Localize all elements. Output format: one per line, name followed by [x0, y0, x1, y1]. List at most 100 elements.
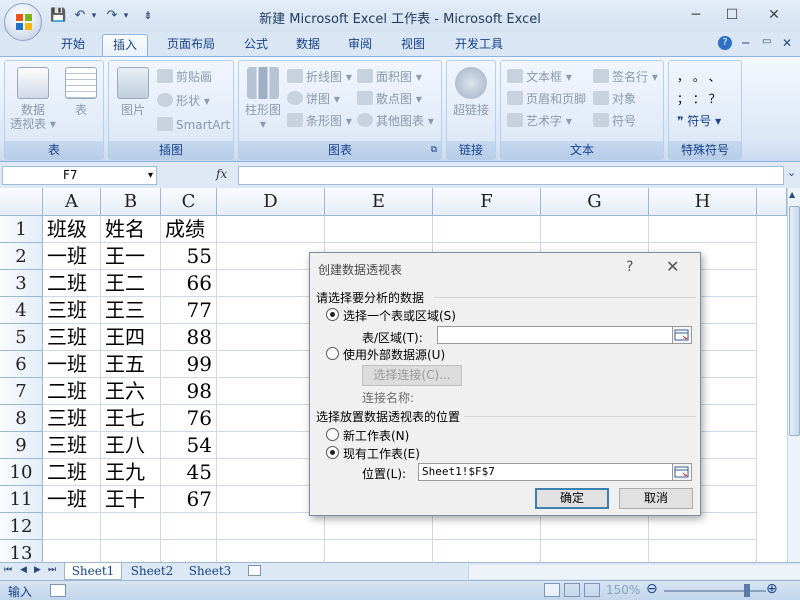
- cell-g12[interactable]: [541, 513, 649, 540]
- cell-b3[interactable]: 王二: [101, 270, 161, 297]
- cell-a9[interactable]: 三班: [43, 432, 101, 459]
- formula-input[interactable]: [238, 166, 784, 185]
- wordart-button[interactable]: 艺术字 ▾: [507, 111, 572, 131]
- page-break-view-icon[interactable]: [584, 583, 600, 597]
- radio-select-range[interactable]: [326, 308, 339, 321]
- cell-b11[interactable]: 王十: [101, 486, 161, 513]
- insert-sheet-button[interactable]: [240, 563, 268, 580]
- row-header-6[interactable]: 6: [0, 351, 43, 378]
- name-box-dropdown-icon[interactable]: ▾: [148, 167, 153, 184]
- cell-e1[interactable]: [325, 216, 433, 243]
- column-header-e[interactable]: E: [325, 188, 433, 216]
- macro-record-icon[interactable]: [50, 584, 66, 597]
- cell-f13[interactable]: [433, 540, 541, 562]
- cell-b5[interactable]: 王四: [101, 324, 161, 351]
- cell-a3[interactable]: 二班: [43, 270, 101, 297]
- cell-c7[interactable]: 98: [161, 378, 217, 405]
- column-header-g[interactable]: G: [541, 188, 649, 216]
- row-header-10[interactable]: 10: [0, 459, 43, 486]
- row-header-2[interactable]: 2: [0, 243, 43, 270]
- zoom-slider-thumb[interactable]: [744, 584, 750, 597]
- cell-a7[interactable]: 二班: [43, 378, 101, 405]
- cell-c9[interactable]: 54: [161, 432, 217, 459]
- cell-a13[interactable]: [43, 540, 101, 562]
- row-header-11[interactable]: 11: [0, 486, 43, 513]
- cell-f1[interactable]: [433, 216, 541, 243]
- minimize-button[interactable]: ─: [678, 4, 714, 26]
- prev-sheet-icon[interactable]: ◀: [20, 565, 27, 575]
- name-box[interactable]: F7 ▾: [2, 166, 157, 185]
- zoom-out-icon[interactable]: ⊖: [646, 581, 658, 597]
- column-header-c[interactable]: C: [161, 188, 217, 216]
- sheet-tab-sheet3[interactable]: Sheet3: [182, 563, 238, 580]
- tab-formulas[interactable]: 公式: [234, 34, 278, 56]
- radio-existing-worksheet[interactable]: [326, 446, 339, 459]
- office-button[interactable]: [4, 3, 42, 41]
- cell-b7[interactable]: 王六: [101, 378, 161, 405]
- row-header-13[interactable]: 13: [0, 540, 43, 562]
- horizontal-scrollbar[interactable]: [468, 565, 800, 579]
- zoom-in-icon[interactable]: ⊕: [766, 581, 778, 597]
- cell-b10[interactable]: 王九: [101, 459, 161, 486]
- cell-c2[interactable]: 55: [161, 243, 217, 270]
- symbols-row-1[interactable]: ， 。 、: [677, 67, 721, 87]
- object-button[interactable]: 对象: [593, 89, 636, 109]
- row-header-8[interactable]: 8: [0, 405, 43, 432]
- vertical-scrollbar[interactable]: ▲: [787, 188, 800, 562]
- charts-dialog-launcher-icon[interactable]: ⧉: [431, 141, 437, 159]
- cell-c13[interactable]: [161, 540, 217, 562]
- cell-d12[interactable]: [217, 513, 325, 540]
- dialog-help-icon[interactable]: ?: [626, 259, 633, 275]
- cell-c6[interactable]: 99: [161, 351, 217, 378]
- scatter-chart-button[interactable]: 散点图 ▾: [357, 89, 422, 109]
- row-header-4[interactable]: 4: [0, 297, 43, 324]
- range-picker-button[interactable]: [672, 326, 692, 344]
- cell-b12[interactable]: [101, 513, 161, 540]
- column-header-a[interactable]: A: [43, 188, 101, 216]
- sheet-tab-sheet1[interactable]: Sheet1: [64, 563, 122, 580]
- bar-chart-button[interactable]: 条形图 ▾: [287, 111, 352, 131]
- cell-a8[interactable]: 三班: [43, 405, 101, 432]
- hyperlink-button[interactable]: 超链接: [449, 65, 493, 117]
- location-input[interactable]: Sheet1!$F$7: [418, 463, 673, 481]
- cell-e12[interactable]: [325, 513, 433, 540]
- cell-b4[interactable]: 王三: [101, 297, 161, 324]
- cell-c11[interactable]: 67: [161, 486, 217, 513]
- formula-expand-icon[interactable]: ⌄: [787, 166, 796, 179]
- column-header-h[interactable]: H: [649, 188, 757, 216]
- cell-d1[interactable]: [217, 216, 325, 243]
- choose-connection-button[interactable]: 选择连接(C)...: [362, 365, 462, 386]
- select-all-corner[interactable]: [0, 188, 43, 216]
- cell-b6[interactable]: 王五: [101, 351, 161, 378]
- cell-f12[interactable]: [433, 513, 541, 540]
- ok-button[interactable]: 确定: [535, 488, 609, 509]
- row-header-7[interactable]: 7: [0, 378, 43, 405]
- cell-a10[interactable]: 二班: [43, 459, 101, 486]
- symbol-button[interactable]: ❞ 符号 ▾: [677, 111, 721, 131]
- normal-view-icon[interactable]: [544, 583, 560, 597]
- location-picker-button[interactable]: [672, 463, 692, 481]
- table-button[interactable]: 表: [61, 65, 101, 117]
- radio-external-source[interactable]: [326, 347, 339, 360]
- radio-select-range-label[interactable]: 选择一个表或区域(S): [343, 307, 456, 324]
- tab-developer[interactable]: 开发工具: [444, 34, 514, 56]
- radio-new-worksheet[interactable]: [326, 428, 339, 441]
- tab-page-layout[interactable]: 页面布局: [156, 34, 226, 56]
- ribbon-restore-icon[interactable]: ▭: [762, 36, 771, 47]
- column-header-b[interactable]: B: [101, 188, 161, 216]
- cell-c1[interactable]: 成绩: [161, 216, 217, 243]
- next-sheet-icon[interactable]: ▶: [34, 565, 41, 575]
- tab-insert[interactable]: 插入: [102, 34, 148, 56]
- row-header-1[interactable]: 1: [0, 216, 43, 243]
- cell-a4[interactable]: 三班: [43, 297, 101, 324]
- cell-e13[interactable]: [325, 540, 433, 562]
- row-header-9[interactable]: 9: [0, 432, 43, 459]
- help-icon[interactable]: ?: [718, 36, 732, 50]
- cell-c5[interactable]: 88: [161, 324, 217, 351]
- cell-a1[interactable]: 班级: [43, 216, 101, 243]
- cell-h12[interactable]: [649, 513, 757, 540]
- cell-b1[interactable]: 姓名: [101, 216, 161, 243]
- textbox-button[interactable]: 文本框 ▾: [507, 67, 572, 87]
- symbol-omega-button[interactable]: 符号: [593, 111, 636, 131]
- column-chart-button[interactable]: 柱形图 ▾: [241, 65, 285, 131]
